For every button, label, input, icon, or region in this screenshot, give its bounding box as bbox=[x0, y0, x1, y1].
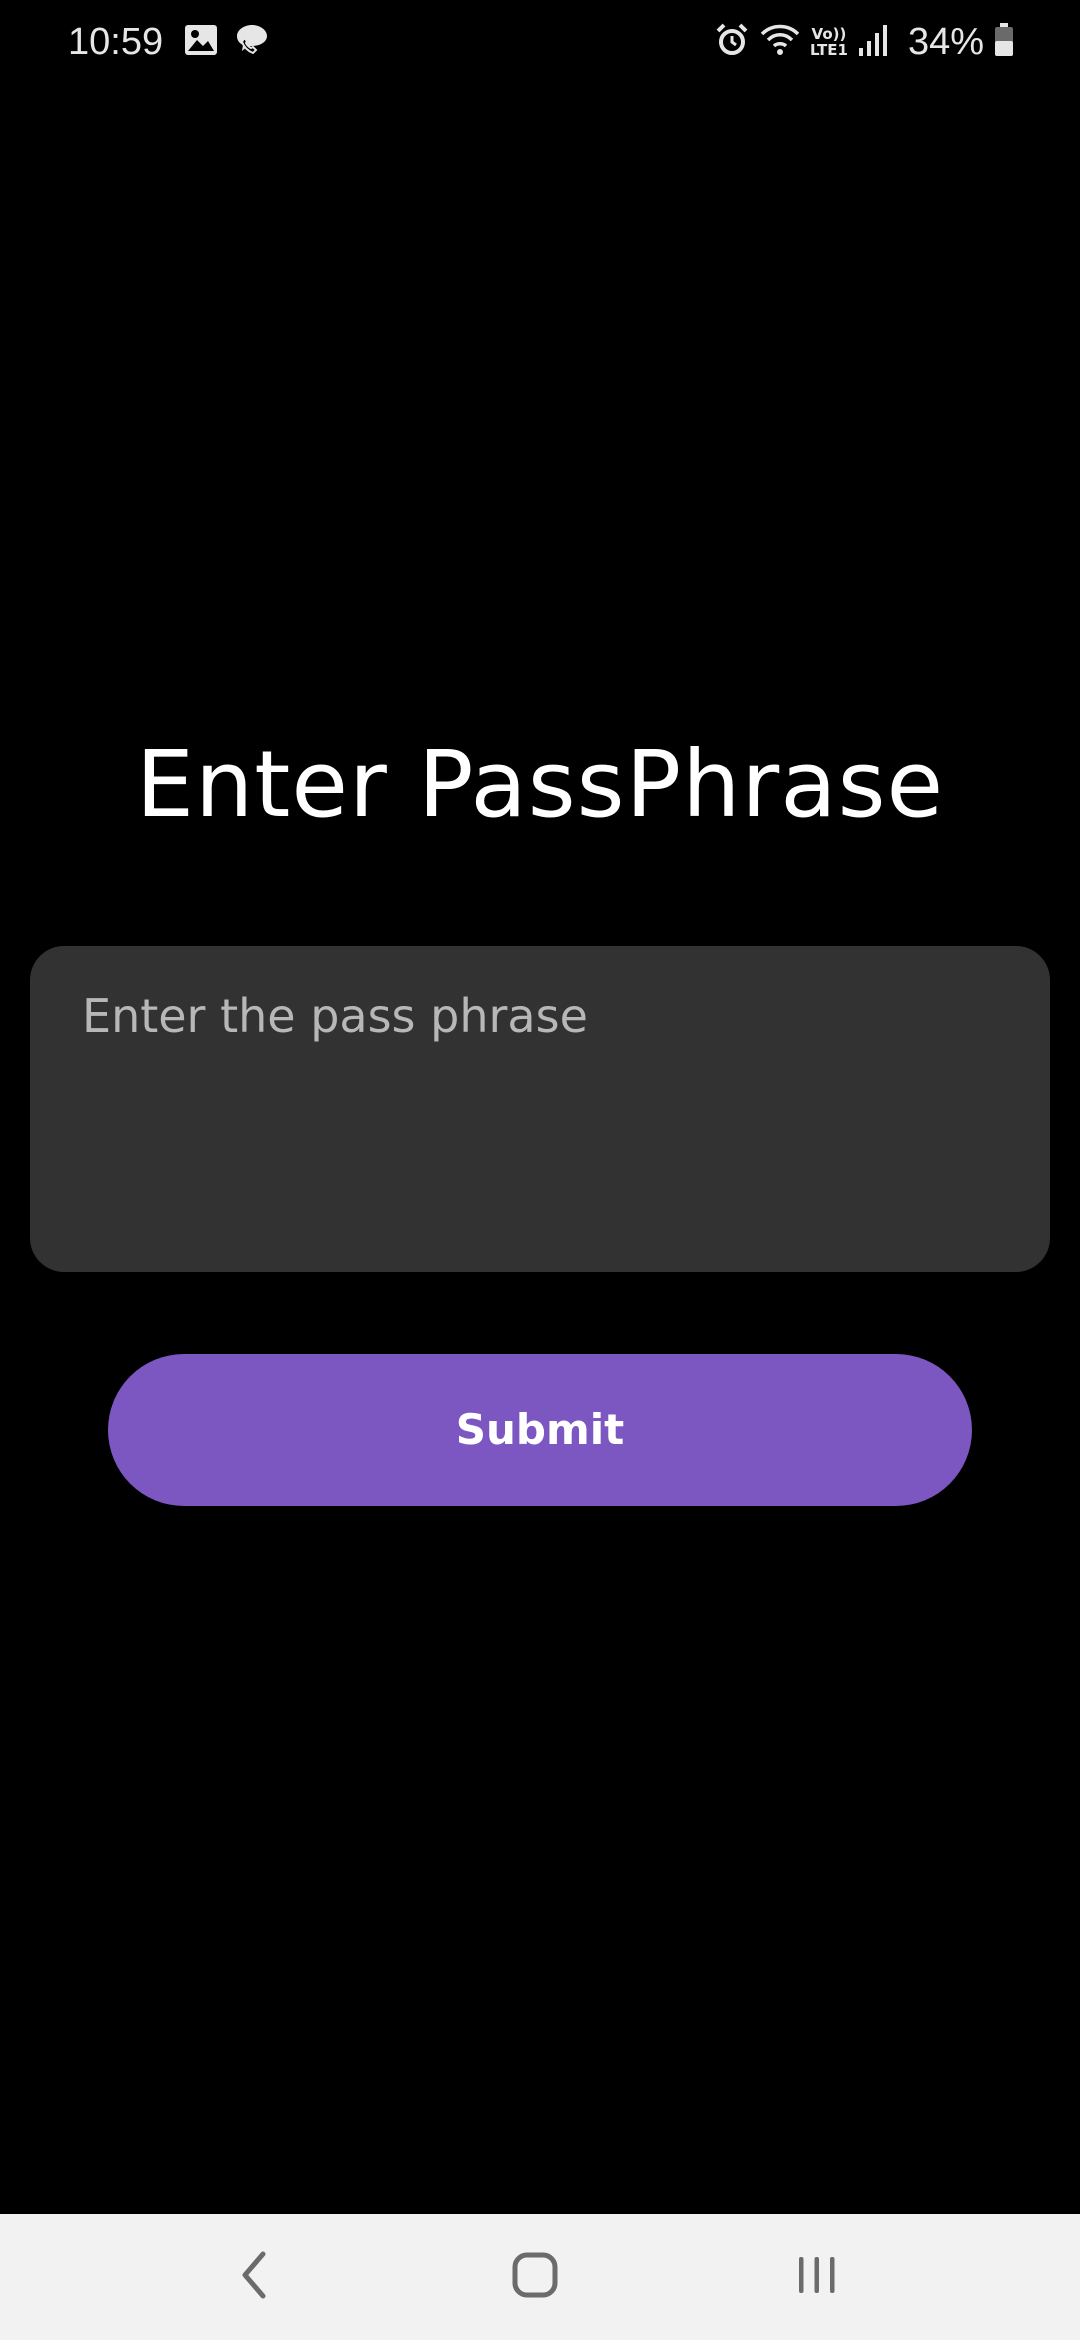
nav-home-button[interactable] bbox=[455, 2214, 615, 2340]
nav-recents-button[interactable] bbox=[737, 2214, 897, 2340]
passphrase-input-container bbox=[30, 946, 1050, 1272]
status-bar: 10:59 Vo)) LTE1 34% bbox=[0, 0, 1080, 84]
status-notification-icons bbox=[184, 22, 270, 62]
nav-back-button[interactable] bbox=[174, 2214, 334, 2340]
navigation-bar bbox=[0, 2214, 1080, 2340]
call-icon bbox=[234, 22, 270, 62]
home-icon bbox=[511, 2251, 559, 2303]
network-label-bottom: LTE1 bbox=[809, 41, 848, 59]
page-title: Enter PassPhrase bbox=[135, 731, 945, 838]
gallery-icon bbox=[184, 24, 218, 60]
status-time: 10:59 bbox=[68, 21, 164, 63]
status-system-icons: Vo)) LTE1 34% bbox=[714, 18, 1014, 66]
alarm-icon bbox=[714, 22, 750, 62]
battery-icon bbox=[994, 23, 1014, 61]
network-label-top: Vo)) bbox=[811, 25, 847, 43]
lte-icon: Vo)) LTE1 bbox=[810, 26, 848, 58]
submit-button[interactable]: Submit bbox=[108, 1354, 972, 1506]
battery-percent: 34% bbox=[907, 21, 984, 63]
passphrase-input[interactable] bbox=[30, 946, 1050, 1272]
recents-icon bbox=[795, 2253, 839, 2301]
wifi-icon bbox=[760, 22, 800, 62]
back-icon bbox=[239, 2250, 269, 2304]
signal-icon bbox=[858, 24, 888, 60]
